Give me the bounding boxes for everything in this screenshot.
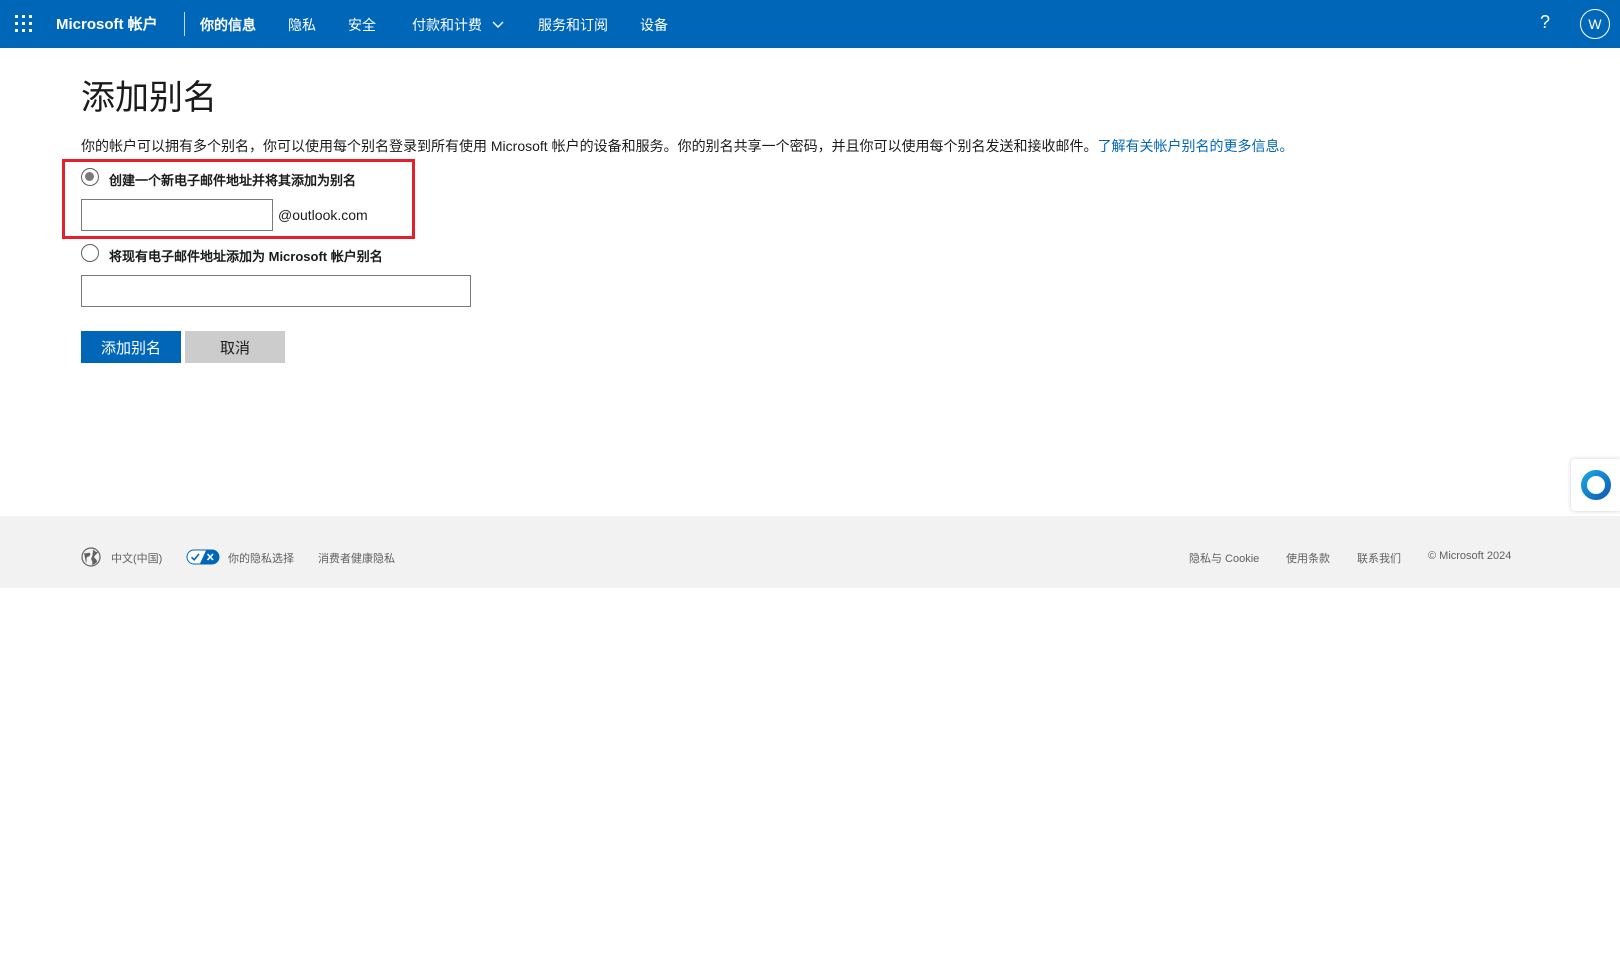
help-icon[interactable]: ? bbox=[1540, 12, 1550, 33]
footer-copyright: © Microsoft 2024 bbox=[1428, 550, 1512, 562]
footer-consumer-health-privacy[interactable]: 消费者健康隐私 bbox=[318, 550, 395, 566]
add-alias-button[interactable]: 添加别名 bbox=[81, 331, 181, 363]
nav-privacy[interactable]: 隐私 bbox=[288, 15, 316, 35]
page-description: 你的帐户可以拥有多个别名，你可以使用每个别名登录到所有使用 Microsoft … bbox=[81, 136, 1294, 156]
app-launcher-icon[interactable] bbox=[15, 15, 33, 33]
copilot-widget[interactable] bbox=[1571, 459, 1620, 511]
domain-suffix: @outlook.com bbox=[278, 207, 368, 223]
brand-divider bbox=[184, 12, 185, 36]
page-title: 添加别名 bbox=[81, 79, 217, 117]
radio-selected-dot bbox=[85, 172, 94, 181]
radio-add-existing-email[interactable] bbox=[81, 244, 99, 262]
nav-payment-billing[interactable]: 付款和计费 bbox=[412, 15, 504, 35]
avatar[interactable]: W bbox=[1580, 9, 1610, 39]
radio-add-existing-email-label: 将现有电子邮件地址添加为 Microsoft 帐户别名 bbox=[109, 249, 383, 264]
footer-privacy-cookies[interactable]: 隐私与 Cookie bbox=[1189, 550, 1259, 566]
cancel-button[interactable]: 取消 bbox=[185, 331, 285, 363]
chevron-down-icon bbox=[492, 21, 504, 28]
nav-your-info[interactable]: 你的信息 bbox=[200, 15, 256, 35]
footer-terms-of-use[interactable]: 使用条款 bbox=[1286, 550, 1330, 566]
radio-create-new-email[interactable] bbox=[81, 168, 99, 186]
nav-payment-billing-label: 付款和计费 bbox=[412, 17, 482, 33]
existing-email-input[interactable] bbox=[81, 275, 471, 307]
learn-more-link[interactable]: 了解有关帐户别名的更多信息。 bbox=[1098, 138, 1294, 154]
footer-privacy-choices[interactable]: 你的隐私选择 bbox=[228, 550, 294, 566]
brand-title[interactable]: Microsoft 帐户 bbox=[56, 13, 158, 34]
nav-services-subscriptions[interactable]: 服务和订阅 bbox=[538, 15, 608, 35]
copilot-icon bbox=[1580, 470, 1611, 500]
footer: 中文(中国) 你的隐私选择 消费者健康隐私 隐私与 Cookie 使用条款 联系… bbox=[0, 516, 1620, 588]
footer-language[interactable]: 中文(中国) bbox=[111, 550, 162, 566]
top-nav-bar: Microsoft 帐户 你的信息 隐私 安全 付款和计费 服务和订阅 设备 ?… bbox=[0, 0, 1620, 48]
globe-icon[interactable] bbox=[81, 547, 101, 567]
radio-create-new-email-label: 创建一个新电子邮件地址并将其添加为别名 bbox=[109, 173, 357, 188]
privacy-choices-icon[interactable] bbox=[186, 549, 220, 565]
footer-contact-us[interactable]: 联系我们 bbox=[1357, 550, 1401, 566]
nav-devices[interactable]: 设备 bbox=[640, 15, 668, 35]
description-text: 你的帐户可以拥有多个别名，你可以使用每个别名登录到所有使用 Microsoft … bbox=[81, 138, 1098, 154]
nav-security[interactable]: 安全 bbox=[348, 15, 376, 35]
new-alias-input[interactable] bbox=[81, 199, 273, 231]
